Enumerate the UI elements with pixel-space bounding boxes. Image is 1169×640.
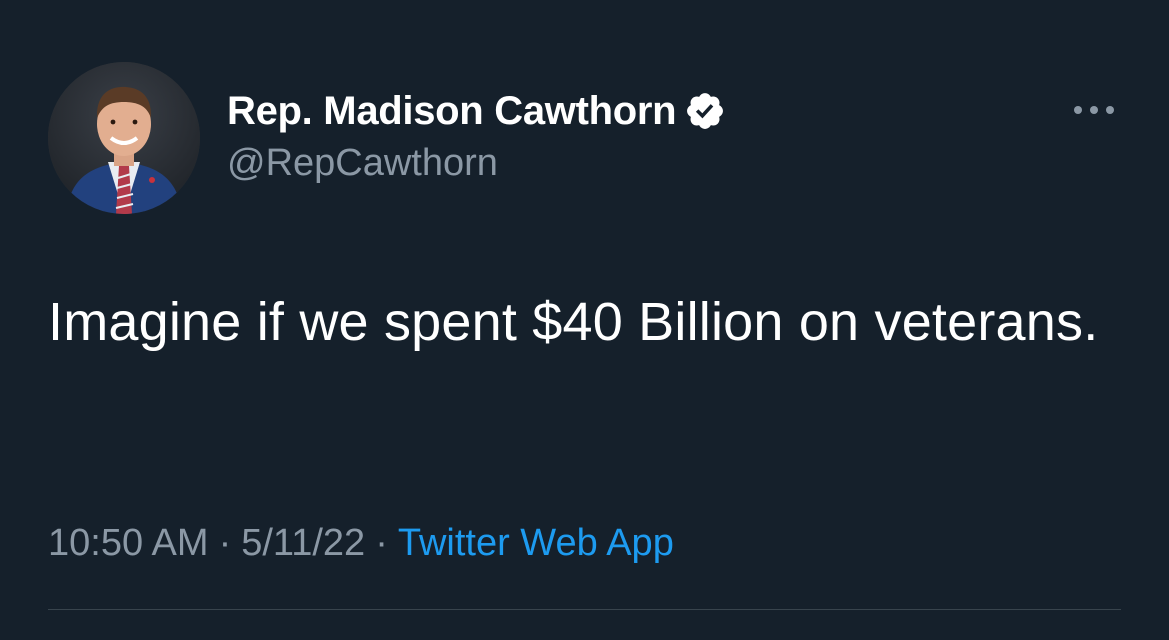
author-name-row[interactable]: Rep. Madison Cawthorn bbox=[227, 86, 726, 136]
verified-badge-icon bbox=[687, 93, 724, 129]
tweet-date[interactable]: 5/11/22 bbox=[241, 522, 365, 564]
more-horizontal-icon[interactable] bbox=[1068, 96, 1120, 124]
tweet-time[interactable]: 10:50 AM bbox=[48, 522, 209, 564]
tweet-source-link[interactable]: Twitter Web App bbox=[398, 522, 674, 564]
author-display-name[interactable]: Rep. Madison Cawthorn bbox=[227, 89, 677, 134]
tweet-card: Rep. Madison Cawthorn @RepCawthorn Imagi… bbox=[0, 0, 1169, 640]
avatar-photo bbox=[48, 62, 200, 214]
divider bbox=[48, 609, 1121, 610]
author-handle[interactable]: @RepCawthorn bbox=[227, 142, 498, 185]
avatar[interactable] bbox=[48, 62, 200, 214]
tweet-metadata: 10:50 AM · 5/11/22 · Twitter Web App bbox=[48, 522, 674, 565]
tweet-text: Imagine if we spent $40 Billion on veter… bbox=[48, 292, 1099, 352]
meta-separator: · bbox=[218, 522, 232, 564]
meta-separator: · bbox=[375, 522, 388, 564]
